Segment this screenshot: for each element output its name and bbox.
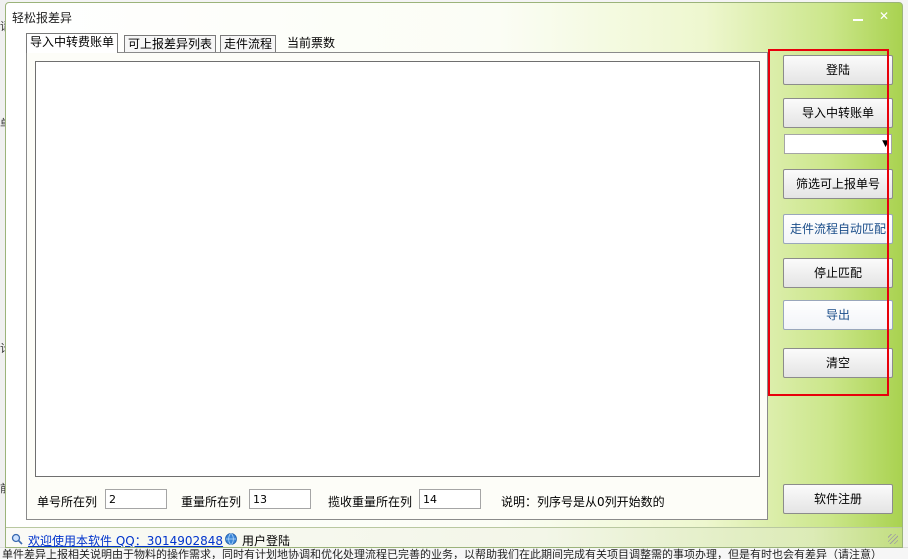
auto-match-button[interactable]: 走件流程自动匹配 [783,214,893,244]
resize-grip[interactable] [888,534,898,544]
chevron-down-icon: ▼ [882,139,889,149]
close-icon: ✕ [878,9,890,23]
order-column-input[interactable] [105,489,167,509]
background-text: 单件差异上报相关说明由于物料的操作需求，同时有计划地协调和优化处理流程已完善的业… [2,548,882,559]
login-button[interactable]: 登陆 [783,55,893,85]
export-button[interactable]: 导出 [783,300,893,330]
tab-workflow[interactable]: 走件流程 [220,35,277,52]
filter-reportable-button[interactable]: 筛选可上报单号 [783,169,893,199]
tab-import-bill[interactable]: 导入中转费账单 [26,33,119,53]
user-login-status[interactable]: 用户登陆 [242,532,290,547]
collect-weight-column-label: 揽收重量所在列 [328,495,413,509]
background-text-strip: 单件差异上报相关说明由于物料的操作需求，同时有计划地协调和优化处理流程已完善的业… [0,547,908,559]
weight-column-label: 重量所在列 [181,495,242,509]
tab-panel: 单号所在列 重量所在列 揽收重量所在列 说明：列序号是从0列开始数的 [26,52,768,520]
column-index-note: 说明：列序号是从0列开始数的 [501,495,665,509]
magnifier-icon [11,533,23,545]
main-window: 轻松报差异 ✕ 导入中转费账单 可上报差异列表 走件流程 当前票数 单号所在列 … [5,2,903,548]
tab-current-count[interactable]: 当前票数 [284,35,338,52]
close-button[interactable]: ✕ [876,9,892,23]
collect-weight-column-input[interactable] [419,489,481,509]
window-title: 轻松报差异 [12,11,73,25]
minimize-button[interactable] [850,9,866,23]
order-column-label: 单号所在列 [37,495,98,509]
tab-reportable-list[interactable]: 可上报差异列表 [124,35,217,52]
title-bar[interactable]: 轻松报差异 ✕ [6,3,902,29]
globe-icon [225,533,237,545]
bill-type-dropdown[interactable]: ▼ [784,134,892,154]
welcome-qq-link[interactable]: 欢迎使用本软件 QQ：3014902848 [28,532,223,547]
register-button[interactable]: 软件注册 [783,484,893,514]
import-bill-button[interactable]: 导入中转账单 [783,98,893,128]
stop-match-button[interactable]: 停止匹配 [783,258,893,288]
bill-data-grid[interactable] [35,61,760,477]
clear-button[interactable]: 清空 [783,348,893,378]
status-bar: 欢迎使用本软件 QQ：3014902848 用户登陆 [6,527,902,547]
weight-column-input[interactable] [249,489,311,509]
